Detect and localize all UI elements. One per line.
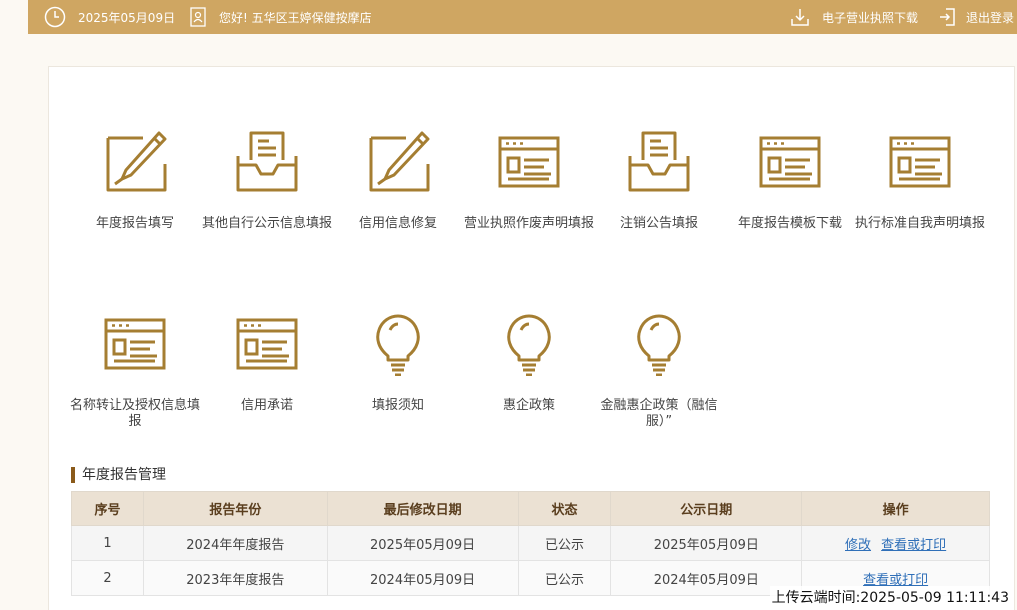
browser-form-icon (498, 136, 560, 188)
tile-finance-policy[interactable]: 金融惠企政策（融信服）” (594, 312, 724, 430)
view-print-link[interactable]: 查看或打印 (881, 538, 946, 553)
tile-business-policy[interactable]: 惠企政策 (464, 312, 594, 414)
header-modified: 最后修改日期 (326, 491, 519, 526)
browser-form-icon (759, 136, 821, 188)
tile-deregistration[interactable]: 注销公告填报 (594, 130, 724, 232)
tile-credit-repair[interactable]: 信用信息修复 (333, 130, 463, 232)
tile-label: 注销公告填报 (619, 216, 698, 231)
tile-standard-declaration[interactable]: 执行标准自我声明填报 (855, 130, 985, 232)
tile-label: 其他自行公示信息填报 (202, 216, 333, 231)
cell-modified: 2024年05月09日 (326, 560, 519, 596)
user-badge-icon (190, 7, 206, 27)
cell-no: 1 (71, 525, 144, 561)
lightbulb-icon (637, 314, 681, 376)
header-actions: 操作 (801, 491, 990, 526)
tile-filing-notice[interactable]: 填报须知 (333, 312, 463, 414)
header-published: 公示日期 (610, 491, 803, 526)
tile-label: 年度报告模板下载 (737, 216, 842, 231)
cell-status: 已公示 (517, 560, 612, 596)
inbox-document-icon (236, 131, 298, 192)
browser-form-icon (104, 318, 166, 370)
download-icon (790, 7, 810, 27)
tile-label: 营业执照作废声明填报 (464, 216, 595, 231)
logout-label: 退出登录 (966, 10, 1015, 25)
inbox-document-icon (628, 131, 690, 192)
section-title: 年度报告管理 (71, 467, 166, 483)
upload-time-watermark: 上传云端时间:2025-05-09 11:11:43 (769, 586, 1011, 608)
tile-label: 年度报告填写 (95, 216, 174, 231)
annual-report-table: 序号 报告年份 最后修改日期 状态 公示日期 操作 1 2024年年度报告 20… (71, 491, 990, 596)
table-row: 1 2024年年度报告 2025年05月09日 已公示 2025年05月09日 … (71, 525, 990, 561)
current-date: 2025年05月09日 (78, 10, 176, 25)
tile-annual-report[interactable]: 年度报告填写 (70, 130, 200, 232)
tile-label: 填报须知 (371, 398, 424, 413)
tile-label: 信用承诺 (240, 398, 293, 413)
edit-pen-icon (106, 131, 167, 192)
cell-year: 2024年年度报告 (142, 525, 328, 561)
clock-icon (44, 6, 66, 28)
date-area: 2025年05月09日 (44, 0, 175, 34)
table-header-row: 序号 报告年份 最后修改日期 状态 公示日期 操作 (71, 491, 990, 526)
top-bar: 2025年05月09日 您好! 五华区王婷保健按摩店 电子营业执照下载 退出登录 (28, 0, 1017, 34)
logout-icon (938, 7, 956, 27)
logout-button[interactable]: 退出登录 (938, 0, 1014, 34)
lightbulb-icon (507, 314, 551, 376)
tile-credit-commitment[interactable]: 信用承诺 (202, 312, 332, 414)
edit-pen-icon (369, 131, 430, 192)
tile-label: 信用信息修复 (358, 216, 437, 231)
browser-form-icon (236, 318, 298, 370)
lightbulb-icon (376, 314, 420, 376)
tile-label: 金融惠企政策（融信服）” (600, 398, 718, 429)
cell-modified: 2025年05月09日 (326, 525, 519, 561)
tile-name-transfer[interactable]: 名称转让及授权信息填报 (70, 312, 200, 430)
greeting-area: 您好! 五华区王婷保健按摩店 (190, 0, 372, 34)
cell-published: 2025年05月09日 (610, 525, 803, 561)
tile-license-void[interactable]: 营业执照作废声明填报 (464, 130, 594, 232)
header-year: 报告年份 (142, 491, 328, 526)
license-download-label: 电子营业执照下载 (822, 10, 919, 25)
header-status: 状态 (517, 491, 612, 526)
tile-label: 惠企政策 (502, 398, 555, 413)
browser-form-icon (889, 136, 951, 188)
greeting-text: 您好! 五华区王婷保健按摩店 (219, 10, 372, 25)
cell-status: 已公示 (517, 525, 612, 561)
license-download-button[interactable]: 电子营业执照下载 (790, 0, 918, 34)
tile-other-disclosure[interactable]: 其他自行公示信息填报 (202, 130, 332, 232)
cell-no: 2 (71, 560, 144, 596)
cell-actions: 修改 查看或打印 (801, 525, 990, 561)
cell-year: 2023年年度报告 (142, 560, 328, 596)
tile-label: 名称转让及授权信息填报 (70, 398, 201, 429)
tile-label: 执行标准自我声明填报 (855, 216, 986, 231)
header-no: 序号 (71, 491, 144, 526)
edit-link[interactable]: 修改 (845, 538, 871, 553)
tile-template-download[interactable]: 年度报告模板下载 (725, 130, 855, 232)
